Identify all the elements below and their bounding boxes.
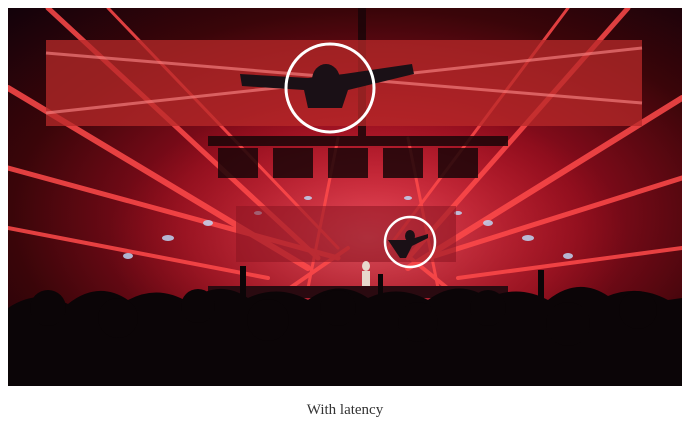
- stage-screen-inset: [45, 40, 643, 134]
- concert-photo: [8, 8, 682, 386]
- performer-on-stage: [362, 261, 370, 287]
- figure-caption: With latency: [306, 402, 384, 418]
- concert-scene: [8, 8, 682, 386]
- stage-screen-main: [236, 206, 456, 269]
